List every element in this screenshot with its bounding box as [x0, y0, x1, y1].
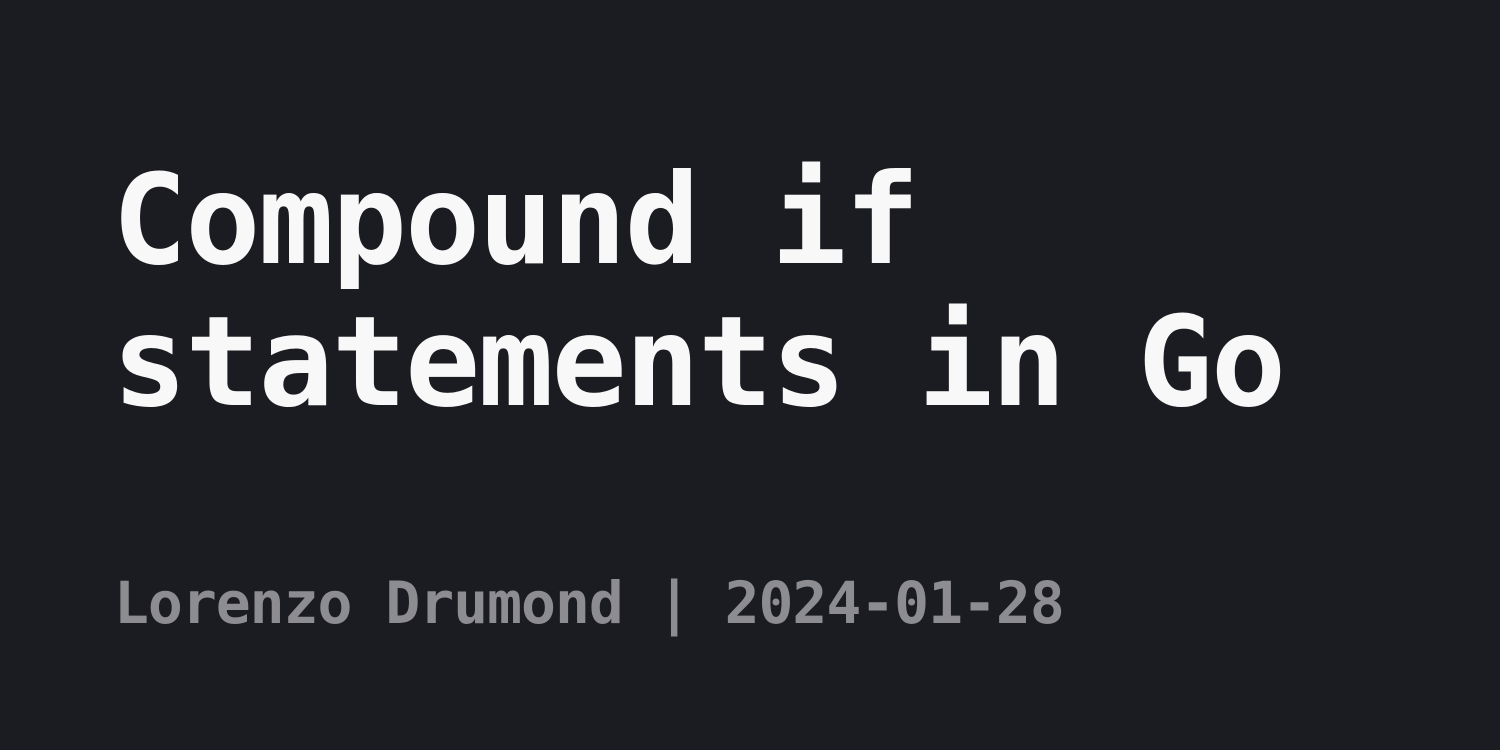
post-meta: Lorenzo Drumond | 2024-01-28 — [114, 569, 1065, 637]
author-name: Lorenzo Drumond — [114, 569, 624, 637]
post-title: Compound if statements in Go — [112, 150, 1462, 434]
post-date: 2024-01-28 — [724, 569, 1065, 637]
post-title-line-1: Compound if — [112, 148, 920, 293]
meta-separator: | — [656, 569, 692, 637]
post-title-line-2: statements in Go — [112, 290, 1286, 435]
title-card: Compound if statements in Go Lorenzo Dru… — [0, 0, 1500, 750]
